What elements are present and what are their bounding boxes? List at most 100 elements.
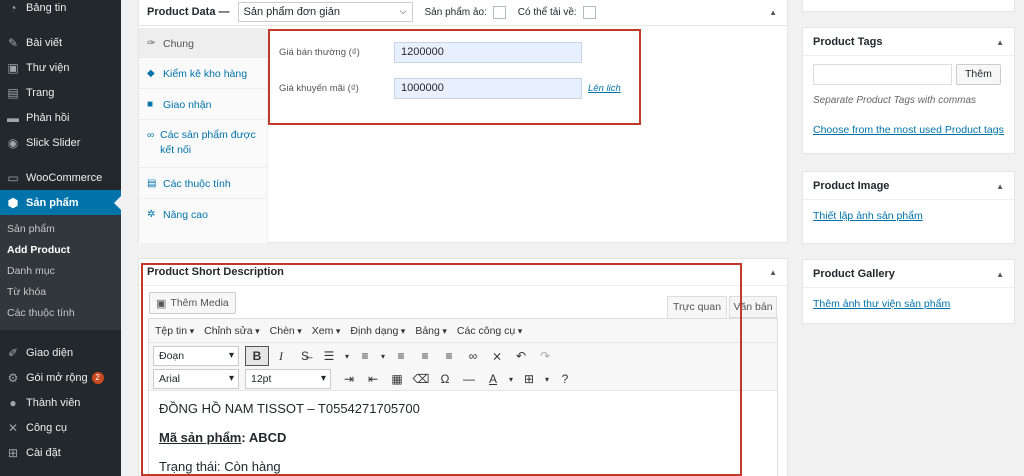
- plugin-icon: ⚙: [7, 370, 19, 385]
- collapse-arrow-icon[interactable]: ▲: [996, 270, 1004, 279]
- tab-label: Các thuộc tính: [163, 178, 231, 190]
- menu-label: WooCommerce: [26, 171, 103, 184]
- menu-users[interactable]: ● Thành viên: [0, 390, 121, 415]
- virtual-checkbox[interactable]: [492, 5, 506, 19]
- tab-advanced[interactable]: ✲ Nâng cao: [139, 199, 267, 230]
- comment-icon: ▬: [7, 110, 19, 125]
- menu-media[interactable]: ▣ Thư viện: [0, 55, 121, 80]
- tab-shipping[interactable]: ■ Giao nhận: [139, 89, 267, 120]
- menu-woocommerce[interactable]: ▭ WooCommerce: [0, 165, 121, 190]
- add-tag-button[interactable]: Thêm: [956, 64, 1001, 85]
- menu-label: Công cụ: [26, 421, 67, 434]
- downloadable-checkbox[interactable]: [582, 5, 596, 19]
- update-count-badge: 2: [91, 371, 104, 384]
- description-highlight-box: [141, 263, 742, 476]
- submenu-add-product[interactable]: Add Product: [0, 240, 121, 261]
- product-tags-body: Thêm Separate Product Tags with commas C…: [803, 56, 1014, 144]
- appearance-icon: ✐: [7, 345, 19, 360]
- list-icon: ▤: [147, 178, 157, 189]
- product-gallery-body: Thêm ảnh thư viện sản phẩm: [803, 288, 1014, 318]
- submenu-attributes[interactable]: Các thuộc tính: [0, 303, 121, 324]
- menu-label: Trang: [26, 86, 55, 99]
- woocommerce-icon: ▭: [7, 170, 19, 185]
- set-image-link[interactable]: Thiết lập ảnh sản phẩm: [813, 210, 923, 222]
- products-submenu: Sản phẩm Add Product Danh mục Từ khóa Cá…: [0, 215, 121, 330]
- product-gallery-title: Product Gallery: [813, 267, 895, 280]
- menu-plugins[interactable]: ⚙ Gói mở rộng 2: [0, 365, 121, 390]
- product-tags-header: Product Tags ▲: [803, 28, 1014, 56]
- tab-label: Nâng cao: [163, 209, 208, 221]
- choose-tags-link[interactable]: Choose from the most used Product tags: [813, 124, 1004, 136]
- settings-icon: ⊞: [7, 445, 19, 460]
- menu-slick-slider[interactable]: ◉ Slick Slider: [0, 130, 121, 155]
- chevron-down-icon: ⌵: [399, 6, 407, 16]
- collapse-arrow-icon[interactable]: ▲: [996, 38, 1004, 47]
- menu-comments[interactable]: ▬ Phản hồi: [0, 105, 121, 130]
- link-icon: ∞: [147, 130, 155, 141]
- menu-dashboard[interactable]: ◔ Bảng tin: [0, 0, 121, 20]
- gear-icon: ✲: [147, 209, 156, 220]
- price-highlight-box: [268, 29, 641, 125]
- submenu-all-products[interactable]: Sản phẩm: [0, 219, 121, 240]
- pin-icon: ✎: [7, 35, 19, 50]
- menu-label: Thư viện: [26, 61, 70, 74]
- menu-appearance[interactable]: ✐ Giao diện: [0, 340, 121, 365]
- slider-icon: ◉: [7, 135, 19, 150]
- downloadable-label: Có thể tải về:: [517, 6, 577, 18]
- virtual-label: Sản phẩm ảo:: [424, 6, 487, 18]
- media-icon: ▣: [7, 60, 19, 75]
- page-icon: ▤: [7, 85, 19, 100]
- menu-label: Thành viên: [26, 396, 81, 409]
- tab-linked-products[interactable]: ∞ Các sản phẩm được kết nối: [139, 120, 267, 168]
- collapse-arrow-icon[interactable]: ▲: [996, 182, 1004, 191]
- product-image-header: Product Image ▲: [803, 172, 1014, 200]
- truck-icon: ■: [147, 99, 154, 110]
- tab-label: Chung: [163, 38, 194, 50]
- submenu-tags[interactable]: Từ khóa: [0, 282, 121, 303]
- tags-hint: Separate Product Tags with commas: [813, 95, 977, 106]
- menu-label: Bài viết: [26, 36, 63, 49]
- product-image-title: Product Image: [813, 179, 890, 192]
- collapse-arrow-icon[interactable]: ▲: [769, 8, 777, 17]
- collapse-arrow-icon[interactable]: ▲: [769, 268, 777, 277]
- menu-label: Cài đặt: [26, 446, 61, 459]
- menu-pages[interactable]: ▤ Trang: [0, 80, 121, 105]
- top-side-box: [802, 0, 1015, 12]
- dashboard-icon: ◔: [9, 0, 17, 15]
- add-gallery-link[interactable]: Thêm ảnh thư viện sản phẩm: [813, 298, 950, 310]
- menu-posts[interactable]: ✎ Bài viết: [0, 30, 121, 55]
- product-type-value: Sản phẩm đơn giản: [243, 6, 341, 18]
- tab-label: Kiểm kê kho hàng: [163, 68, 248, 80]
- menu-label: Gói mở rộng: [26, 371, 88, 384]
- product-tags-box: Product Tags ▲ Thêm Separate Product Tag…: [802, 27, 1015, 154]
- product-image-box: Product Image ▲ Thiết lập ảnh sản phẩm: [802, 171, 1015, 244]
- users-icon: ●: [9, 395, 17, 410]
- product-data-header: Product Data — Sản phẩm đơn giản ⌵ Sản p…: [139, 0, 787, 26]
- products-icon: ⬢: [7, 195, 19, 210]
- tag-input[interactable]: [813, 64, 952, 85]
- menu-settings[interactable]: ⊞ Cài đặt: [0, 440, 121, 465]
- tools-icon: ✕: [7, 420, 19, 435]
- menu-label: Slick Slider: [26, 136, 81, 149]
- menu-label: Giao diện: [26, 346, 74, 359]
- tab-general[interactable]: ✑ Chung: [139, 28, 267, 58]
- tab-label: Giao nhận: [163, 99, 212, 111]
- virtual-checkbox-group: Sản phẩm ảo:: [424, 5, 506, 19]
- admin-sidebar: ◔ Bảng tin ✎ Bài viết ▣ Thư viện ▤ Trang…: [0, 0, 121, 476]
- menu-label: Bảng tin: [26, 1, 67, 14]
- tab-inventory[interactable]: ◆ Kiểm kê kho hàng: [139, 58, 267, 89]
- product-image-body: Thiết lập ảnh sản phẩm: [803, 200, 1014, 230]
- menu-products[interactable]: ⬢ Sản phẩm: [0, 190, 121, 215]
- menu-label: Phản hồi: [26, 111, 70, 124]
- downloadable-checkbox-group: Có thể tải về:: [517, 5, 596, 19]
- tab-label: Các sản phẩm được kết nối: [160, 129, 256, 156]
- tab-attributes[interactable]: ▤ Các thuộc tính: [139, 168, 267, 199]
- product-data-title: Product Data —: [147, 6, 230, 18]
- menu-tools[interactable]: ✕ Công cụ: [0, 415, 121, 440]
- inventory-icon: ◆: [147, 68, 155, 79]
- product-tags-title: Product Tags: [813, 35, 883, 48]
- submenu-categories[interactable]: Danh mục: [0, 261, 121, 282]
- product-type-select[interactable]: Sản phẩm đơn giản ⌵: [237, 2, 413, 22]
- product-data-tabs: ✑ Chung ◆ Kiểm kê kho hàng ■ Giao nhận ∞…: [139, 28, 268, 243]
- menu-label: Sản phẩm: [26, 196, 79, 209]
